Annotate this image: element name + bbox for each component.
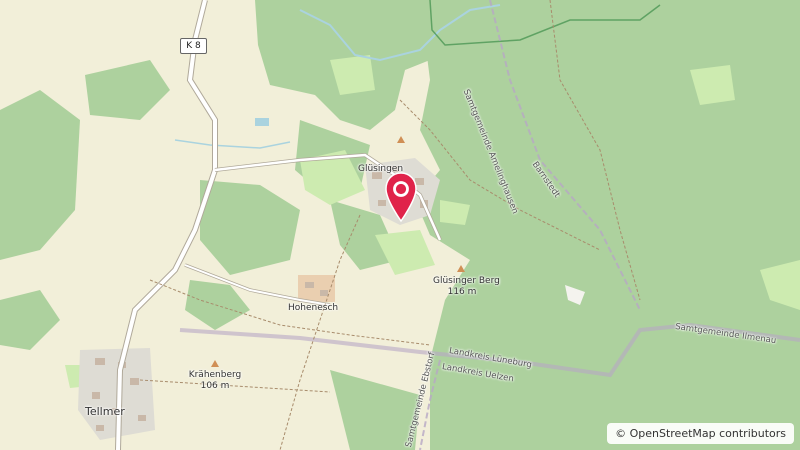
map-canvas[interactable]: K 8 Glüsingen Hohenesch Tellmer Glüsinge…	[0, 0, 800, 450]
farmyard	[298, 275, 335, 302]
place-label-tellmer: Tellmer	[85, 405, 125, 418]
road-shield-k8: K 8	[180, 38, 207, 54]
peak-elevation: 116 m	[447, 287, 477, 297]
map-attribution[interactable]: © OpenStreetMap contributors	[607, 423, 794, 444]
peak-elevation: 106 m	[200, 381, 230, 391]
attribution-link[interactable]: © OpenStreetMap contributors	[615, 427, 786, 440]
forest-east	[415, 0, 800, 450]
peak-name: Glüsinger Berg	[433, 276, 500, 286]
location-pin-icon[interactable]	[384, 171, 418, 223]
pond	[255, 118, 269, 126]
place-label-hohenesch: Hohenesch	[288, 303, 339, 313]
peak-label-glusinger-berg: Glüsinger Berg 116 m	[433, 276, 500, 298]
peak-label-krahenberg: Krähenberg 106 m	[183, 370, 247, 392]
map-base-layer	[0, 0, 800, 450]
peak-name: Krähenberg	[188, 370, 242, 380]
